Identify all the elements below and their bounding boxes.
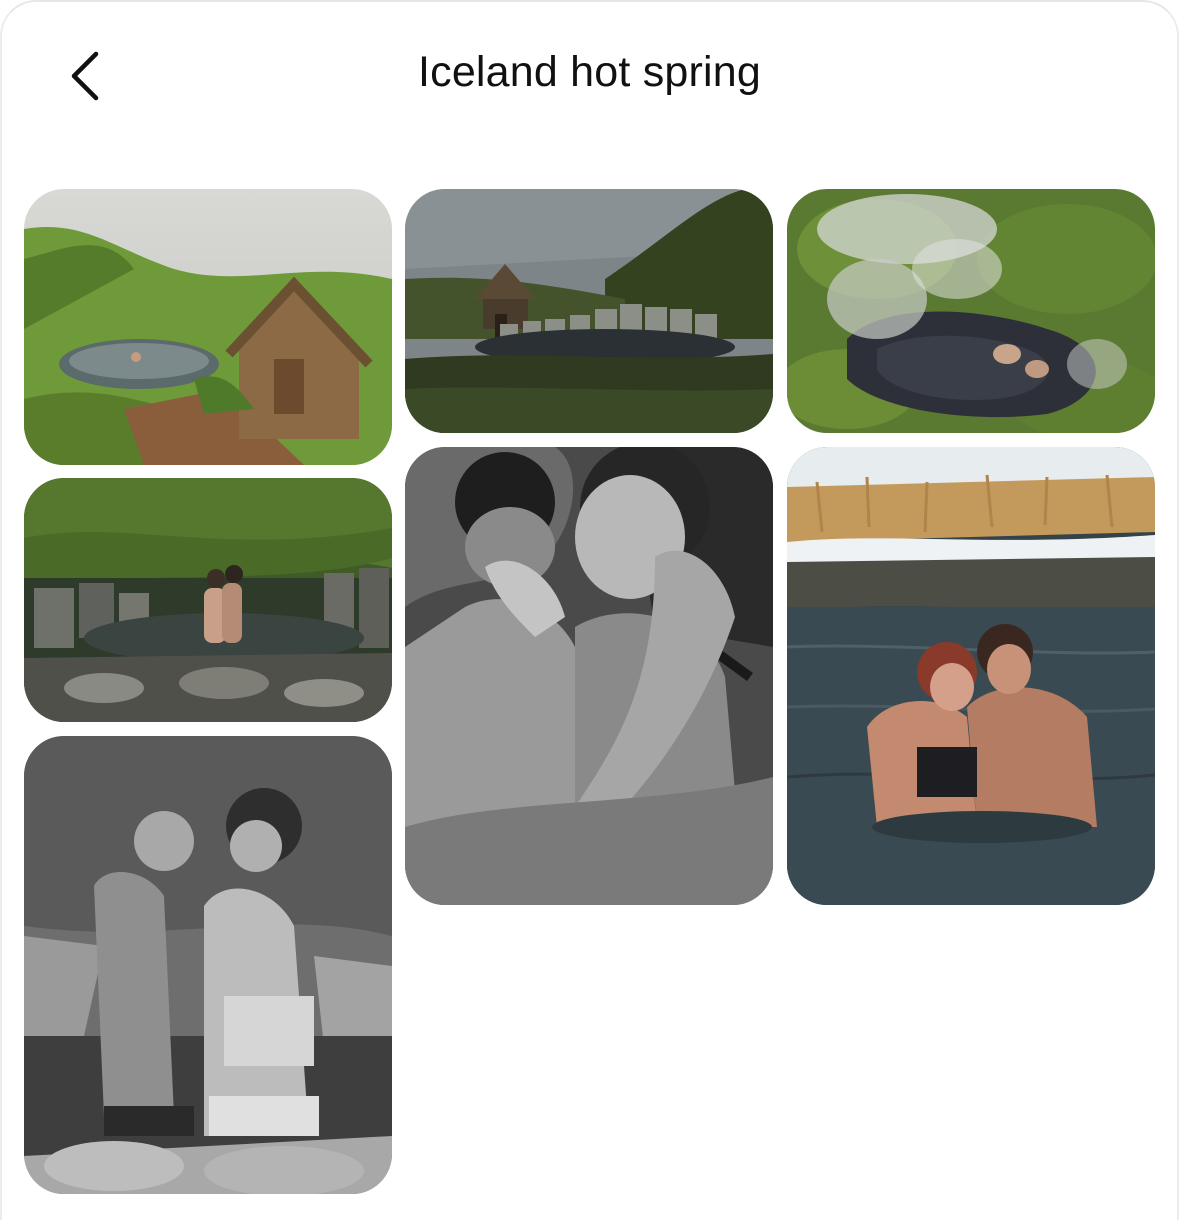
- bottom-sheet: Iceland hot spring: [0, 0, 1179, 1220]
- header-bar: Iceland hot spring: [0, 0, 1179, 150]
- image-placeholder: [787, 447, 1155, 905]
- pin-image-couple-river-golden[interactable]: [787, 447, 1155, 905]
- image-placeholder: [405, 189, 773, 433]
- pin-image-couple-pool-bw[interactable]: [24, 736, 392, 1194]
- image-placeholder: [24, 189, 392, 465]
- image-placeholder: [405, 447, 773, 905]
- pin-image-turf-hut-valley[interactable]: [24, 189, 392, 465]
- pin-image-steaming-pool-aerial[interactable]: [787, 189, 1155, 433]
- pin-image-couple-closeup-bw[interactable]: [405, 447, 773, 905]
- image-placeholder: [787, 189, 1155, 433]
- image-placeholder: [24, 736, 392, 1194]
- page-title: Iceland hot spring: [417, 48, 762, 96]
- pin-image-couple-in-stone-pool[interactable]: [24, 478, 392, 722]
- pin-image-hut-stone-pool[interactable]: [405, 189, 773, 433]
- image-placeholder: [24, 478, 392, 722]
